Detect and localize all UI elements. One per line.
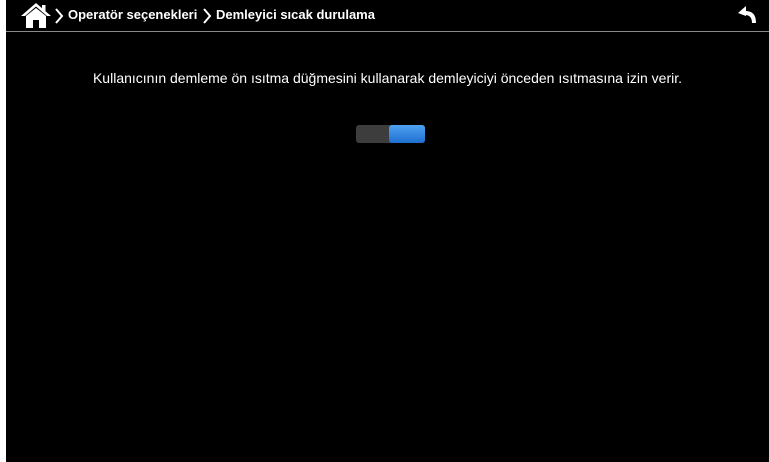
brewer-preheat-toggle[interactable] — [356, 125, 425, 143]
app-screen: Operatör seçenekleri Demleyici sıcak dur… — [6, 0, 769, 462]
breadcrumb-operator-options[interactable]: Operatör seçenekleri — [68, 7, 197, 22]
back-button[interactable] — [737, 5, 759, 25]
chevron-right-icon — [203, 8, 212, 24]
home-icon — [21, 3, 51, 28]
top-bar: Operatör seçenekleri Demleyici sıcak dur… — [6, 0, 769, 32]
setting-description: Kullanıcının demleme ön ısıtma düğmesini… — [92, 70, 683, 86]
home-button[interactable] — [20, 1, 52, 29]
breadcrumb-brewer-hot-rinse: Demleyici sıcak durulama — [216, 7, 375, 22]
chevron-right-icon — [55, 8, 64, 24]
toggle-thumb — [389, 125, 425, 143]
undo-arrow-icon — [738, 6, 756, 23]
